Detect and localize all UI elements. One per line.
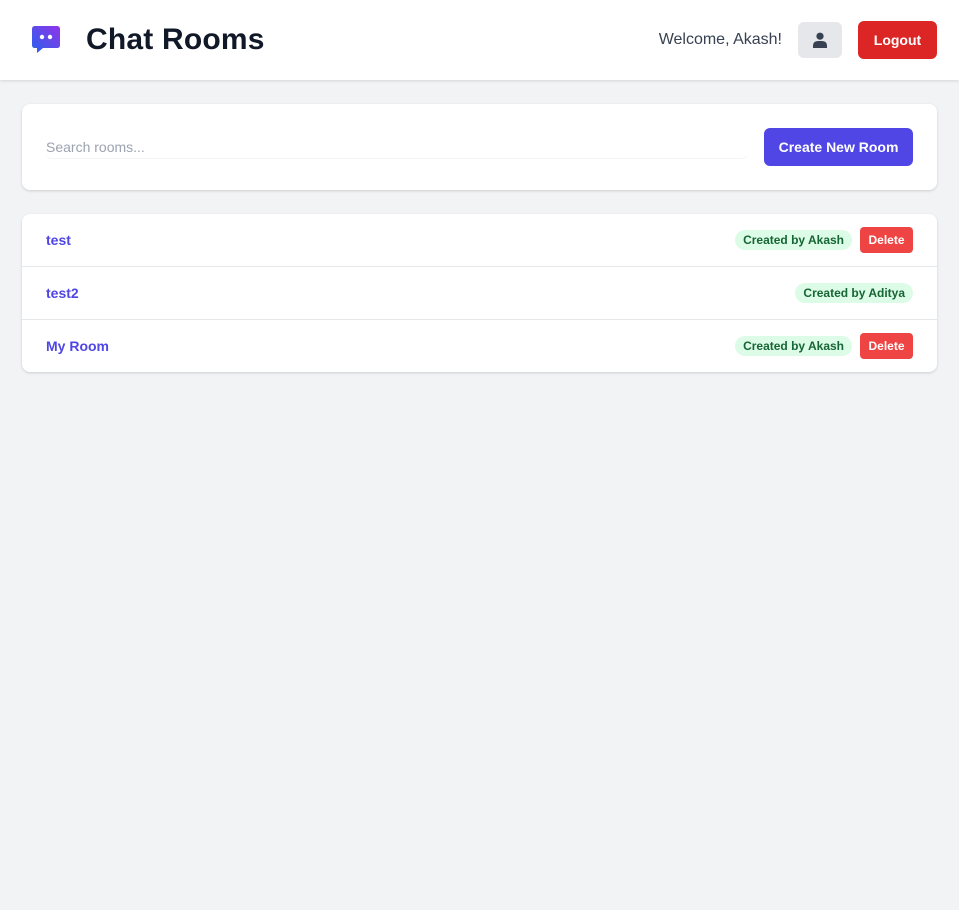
app-header: Chat Rooms Welcome, Akash! Logout [0, 0, 959, 80]
delete-room-button[interactable]: Delete [860, 333, 913, 359]
search-panel: Create New Room [22, 104, 937, 190]
room-list: test Created by Akash Delete test2 Creat… [22, 214, 937, 372]
welcome-text: Welcome, Akash! [658, 31, 782, 48]
room-row: test2 Created by Aditya [22, 267, 937, 320]
logout-button[interactable]: Logout [858, 21, 937, 59]
creator-badge: Created by Akash [735, 336, 852, 356]
room-link[interactable]: test2 [46, 285, 79, 301]
user-icon [813, 32, 827, 48]
room-link[interactable]: My Room [46, 338, 109, 354]
room-row: My Room Created by Akash Delete [22, 320, 937, 372]
room-actions: Created by Aditya [795, 283, 913, 303]
delete-room-button[interactable]: Delete [860, 227, 913, 253]
search-input[interactable] [46, 135, 748, 159]
creator-badge: Created by Akash [735, 230, 852, 250]
room-link[interactable]: test [46, 232, 71, 248]
create-room-button[interactable]: Create New Room [764, 128, 913, 166]
profile-button[interactable] [798, 22, 842, 58]
room-row: test Created by Akash Delete [22, 214, 937, 267]
creator-badge: Created by Aditya [795, 283, 913, 303]
chat-bubble-icon [32, 26, 60, 53]
header-actions: Welcome, Akash! Logout [659, 21, 937, 59]
room-actions: Created by Akash Delete [735, 333, 913, 359]
page-title: Chat Rooms [86, 23, 265, 56]
room-actions: Created by Akash Delete [735, 227, 913, 253]
brand: Chat Rooms [30, 23, 265, 57]
